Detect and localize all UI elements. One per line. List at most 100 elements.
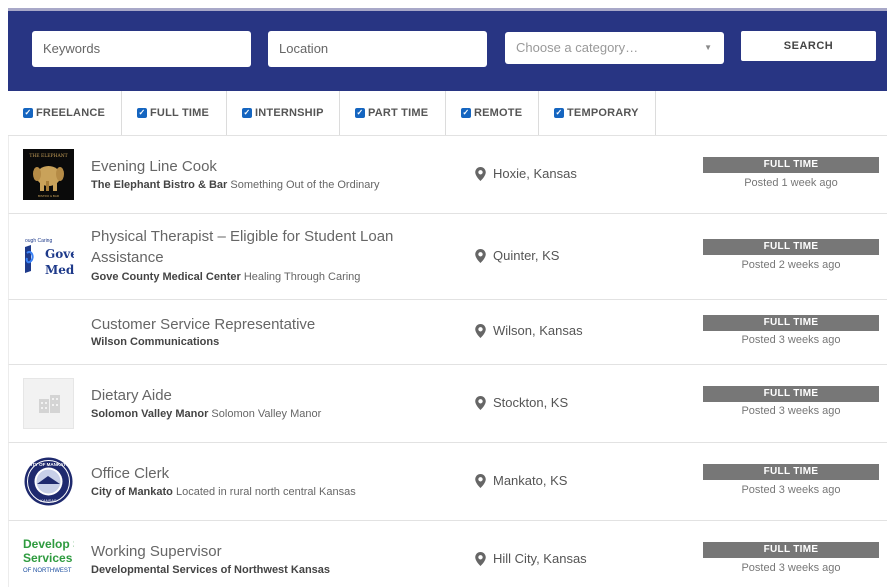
job-company: Solomon Valley Manor Solomon Valley Mano… bbox=[91, 408, 321, 420]
svg-text:OF NORTHWEST: OF NORTHWEST bbox=[23, 568, 72, 574]
svg-text:ough Caring: ough Caring bbox=[25, 238, 52, 244]
chevron-down-icon: ▼ bbox=[704, 43, 712, 52]
map-pin-icon bbox=[475, 166, 486, 181]
filter-full-time[interactable]: ✓ FULL TIME bbox=[122, 91, 227, 135]
job-type-badge: FULL TIME bbox=[703, 542, 879, 558]
company-tagline: Located in rural north central Kansas bbox=[175, 486, 356, 498]
checkbox-icon[interactable]: ✓ bbox=[461, 108, 471, 118]
company-tagline: Something Out of the Ordinary bbox=[230, 179, 380, 191]
job-location: Quinter, KS bbox=[475, 248, 559, 263]
job-location: Hill City, Kansas bbox=[475, 551, 587, 566]
location-text: Mankato, KS bbox=[493, 473, 568, 488]
filter-temporary[interactable]: ✓ TEMPORARY bbox=[539, 91, 656, 135]
job-type-badge: FULL TIME bbox=[703, 157, 879, 173]
logo-text: THE ELEPHANT bbox=[29, 153, 67, 159]
job-row[interactable]: Develop Services OF NORTHWEST Services O… bbox=[8, 521, 887, 587]
svg-text:Services: Services bbox=[23, 551, 73, 565]
job-type-filters: ✓ FREELANCE ✓ FULL TIME ✓ INTERNSHIP ✓ PART … bbox=[8, 91, 887, 136]
filter-internship[interactable]: ✓ INTERNSHIP bbox=[227, 91, 340, 135]
job-row[interactable]: Customer Service Representative Wilson C… bbox=[8, 300, 887, 365]
svg-text:Med: Med bbox=[45, 263, 74, 277]
job-location: Stockton, KS bbox=[475, 395, 568, 410]
category-select[interactable]: Choose a category… ▼ bbox=[505, 32, 724, 64]
job-title[interactable]: Dietary Aide bbox=[91, 385, 431, 406]
posted-date: Posted 3 weeks ago bbox=[741, 562, 841, 574]
search-button[interactable]: SEARCH bbox=[741, 31, 876, 61]
checkbox-icon[interactable]: ✓ bbox=[554, 108, 564, 118]
company-name: The Elephant Bistro & Bar bbox=[91, 179, 228, 191]
logo-text: CITY OF MANKATO bbox=[28, 462, 70, 467]
search-bar: Keywords Location Choose a category… ▼ S… bbox=[8, 11, 887, 91]
company-tagline: Solomon Valley Manor bbox=[211, 408, 322, 420]
location-text: Stockton, KS bbox=[493, 395, 569, 410]
job-company: Gove County Medical Center Healing Throu… bbox=[91, 271, 360, 283]
map-pin-icon bbox=[475, 551, 486, 566]
filter-freelance[interactable]: ✓ FREELANCE bbox=[8, 91, 122, 135]
checkbox-icon[interactable]: ✓ bbox=[355, 108, 365, 118]
job-company: Wilson Communications bbox=[91, 336, 219, 348]
location-text: Quinter, KS bbox=[493, 248, 560, 263]
posted-date: Posted 3 weeks ago bbox=[741, 405, 841, 417]
job-type-badge: FULL TIME bbox=[703, 464, 879, 480]
building-icon bbox=[39, 395, 60, 413]
svg-text:KANSAS: KANSAS bbox=[40, 498, 57, 503]
logo-text: Develop Services OF NORTHWEST bbox=[23, 537, 74, 551]
job-company: Developmental Services of Northwest Kans… bbox=[91, 564, 330, 576]
job-type-badge: FULL TIME bbox=[703, 315, 879, 331]
job-row[interactable]: Gove Med Med ough Caring Physical Therap… bbox=[8, 214, 887, 300]
company-logo-placeholder bbox=[23, 378, 74, 429]
map-pin-icon bbox=[475, 473, 486, 488]
company-name: Gove County Medical Center bbox=[91, 271, 241, 283]
job-row[interactable]: THE ELEPHANT BISTRO & BAR Evening Line C… bbox=[8, 136, 887, 214]
location-text: Hoxie, Kansas bbox=[493, 166, 577, 181]
filter-part-time[interactable]: ✓ PART TIME bbox=[340, 91, 446, 135]
job-type-badge: FULL TIME bbox=[703, 386, 879, 402]
company-logo: Gove Med Med ough Caring bbox=[23, 231, 74, 282]
job-location: Mankato, KS bbox=[475, 473, 567, 488]
job-title[interactable]: Physical Therapist – Eligible for Studen… bbox=[91, 226, 431, 268]
job-location: Wilson, Kansas bbox=[475, 323, 583, 338]
posted-date: Posted 3 weeks ago bbox=[741, 484, 841, 496]
location-text: Hill City, Kansas bbox=[493, 551, 587, 566]
job-type-badge: FULL TIME bbox=[703, 239, 879, 255]
company-name: Wilson Communications bbox=[91, 336, 220, 348]
checkbox-icon[interactable]: ✓ bbox=[23, 108, 33, 118]
job-company: The Elephant Bistro & Bar Something Out … bbox=[91, 179, 380, 191]
map-pin-icon bbox=[475, 248, 486, 263]
job-title[interactable]: Working Supervisor bbox=[91, 541, 431, 562]
filter-label: INTERNSHIP bbox=[255, 107, 324, 119]
filter-remote[interactable]: ✓ REMOTE bbox=[446, 91, 539, 135]
filter-label: REMOTE bbox=[474, 107, 523, 119]
checkbox-icon[interactable]: ✓ bbox=[137, 108, 147, 118]
posted-date: Posted 2 weeks ago bbox=[741, 259, 841, 271]
job-location: Hoxie, Kansas bbox=[475, 166, 577, 181]
job-title[interactable]: Office Clerk bbox=[91, 463, 431, 484]
job-row[interactable]: CITY OF MANKATO KANSAS Office Clerk City… bbox=[8, 443, 887, 521]
company-name: Solomon Valley Manor bbox=[91, 408, 209, 420]
category-select-label: Choose a category… bbox=[516, 40, 639, 55]
location-input[interactable]: Location bbox=[268, 31, 487, 67]
posted-date: Posted 1 week ago bbox=[744, 177, 838, 189]
company-logo: THE ELEPHANT BISTRO & BAR bbox=[23, 149, 74, 200]
location-text: Wilson, Kansas bbox=[493, 323, 583, 338]
company-logo: CITY OF MANKATO KANSAS bbox=[23, 456, 74, 507]
job-row[interactable]: Dietary Aide Solomon Valley Manor Solomo… bbox=[8, 365, 887, 443]
logo-text: Gove Med bbox=[45, 247, 74, 261]
checkbox-icon[interactable]: ✓ bbox=[242, 108, 252, 118]
company-name: Developmental Services of Northwest Kans… bbox=[91, 564, 331, 576]
company-name: City of Mankato bbox=[91, 486, 173, 498]
svg-text:BISTRO & BAR: BISTRO & BAR bbox=[38, 194, 60, 198]
map-pin-icon bbox=[475, 395, 486, 410]
filter-label: PART TIME bbox=[368, 107, 429, 119]
filter-label: TEMPORARY bbox=[567, 107, 639, 119]
filter-label: FULL TIME bbox=[150, 107, 210, 119]
job-listings: THE ELEPHANT BISTRO & BAR Evening Line C… bbox=[8, 136, 887, 587]
map-pin-icon bbox=[475, 323, 486, 338]
job-title[interactable]: Customer Service Representative bbox=[91, 314, 431, 335]
job-title[interactable]: Evening Line Cook bbox=[91, 156, 431, 177]
posted-date: Posted 3 weeks ago bbox=[741, 334, 841, 346]
filter-label: FREELANCE bbox=[36, 107, 106, 119]
company-logo: Develop Services OF NORTHWEST Services O… bbox=[23, 534, 74, 585]
keywords-input[interactable]: Keywords bbox=[32, 31, 251, 67]
company-tagline: Healing Through Caring bbox=[243, 271, 361, 283]
